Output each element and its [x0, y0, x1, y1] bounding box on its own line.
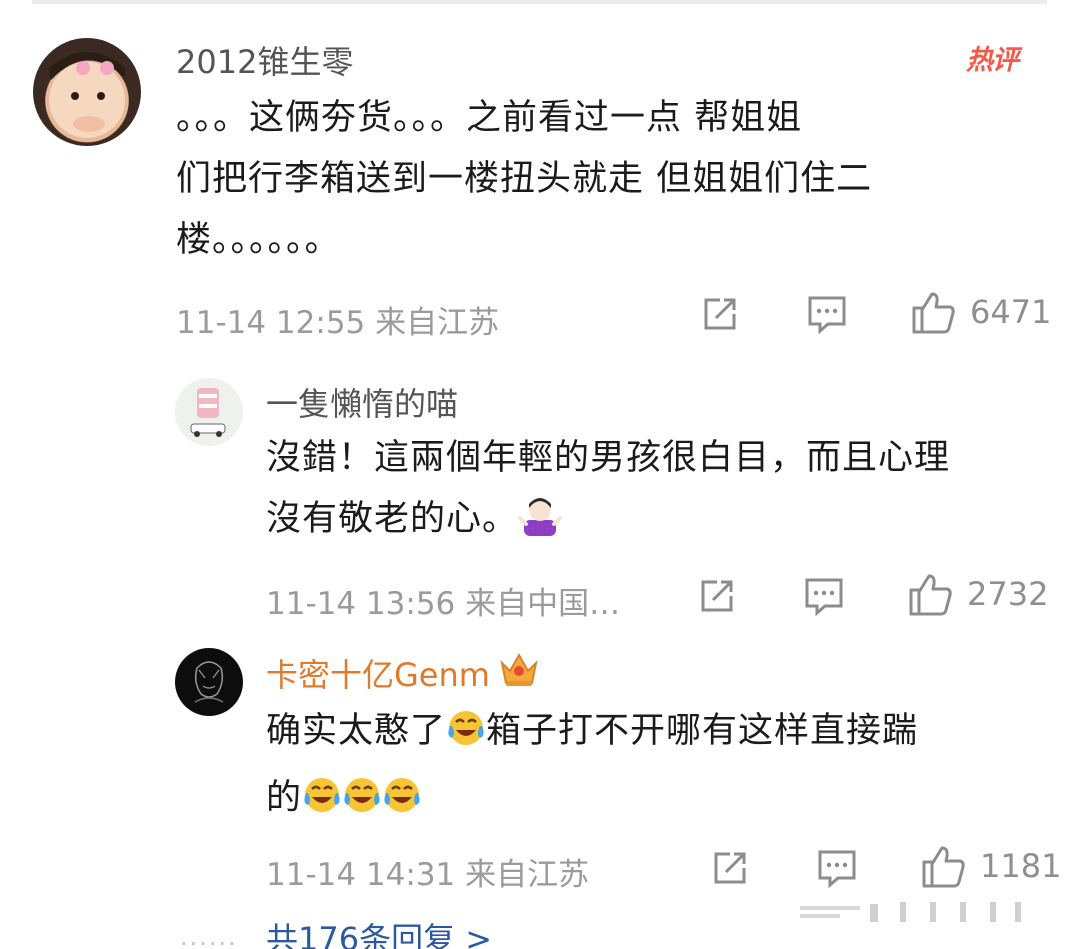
- shrug-emoji: [518, 492, 563, 556]
- comment-text-line: 们把行李箱送到一楼扭头就走 但姐姐们住二: [176, 159, 873, 199]
- comment-icon: [805, 578, 843, 616]
- comment-text: 。。。这俩夯货。。。之前看过一点 帮姐姐 们把行李箱送到一楼扭头就走 但姐姐们住…: [176, 88, 1006, 271]
- comment-text: 确实太憨了 箱子打不开哪有这样直接踹 的: [266, 701, 1056, 835]
- like-icon: [909, 574, 952, 616]
- comment-username[interactable]: 一隻懶惰的喵: [266, 379, 458, 425]
- comment-text-segment: 的: [266, 778, 303, 818]
- crown-icon: [498, 649, 540, 697]
- like-count: 6471: [970, 293, 1052, 331]
- comment-icon: [818, 850, 856, 888]
- comment-meta: 11-14 14:31 来自江苏: [266, 857, 590, 893]
- reply-button[interactable]: [816, 848, 858, 888]
- like-button[interactable]: 2732: [907, 572, 1048, 616]
- avatar-image: [194, 661, 224, 703]
- comment-username[interactable]: 2012锥生零: [176, 37, 353, 83]
- comment-text-line: 楼。。。。。。: [176, 220, 341, 260]
- avatar[interactable]: [175, 378, 243, 446]
- laugh-cry-emoji: [446, 707, 486, 768]
- watermark: [800, 896, 1060, 940]
- comment-text-line: 沒錯！這兩個年輕的男孩很白目，而且心理: [266, 438, 951, 478]
- reply-button[interactable]: [803, 576, 845, 616]
- top-divider: [32, 0, 1047, 4]
- avatar-image: [49, 52, 125, 138]
- like-count: 2732: [967, 575, 1049, 613]
- like-icon: [922, 846, 965, 888]
- share-icon: [701, 580, 733, 612]
- hot-comment-badge: 热评: [966, 45, 1019, 76]
- share-icon: [714, 852, 746, 884]
- share-icon: [704, 298, 736, 330]
- comment-text-segment: 箱子打不开哪有这样直接踹: [486, 711, 919, 751]
- like-button[interactable]: 1181: [920, 844, 1061, 888]
- like-icon: [912, 292, 955, 334]
- avatar[interactable]: [175, 648, 243, 716]
- thread-indicator: ······: [180, 930, 238, 949]
- laugh-cry-emoji: [342, 774, 382, 835]
- comment-text-line: 。。。这俩夯货。。。之前看过一点 帮姐姐: [176, 98, 803, 138]
- share-button[interactable]: [710, 848, 750, 888]
- comment-meta: 11-14 13:56 来自中国…: [266, 586, 621, 622]
- like-button[interactable]: 6471: [910, 290, 1051, 334]
- comment-username-text: 卡密十亿Genm: [266, 656, 490, 694]
- comment-username[interactable]: 卡密十亿Genm: [266, 649, 540, 697]
- avatar-image: [190, 388, 226, 437]
- view-replies-link[interactable]: 共176条回复 >: [266, 914, 492, 949]
- comment-icon: [808, 296, 846, 334]
- comment-text-line: 沒有敬老的心。: [266, 499, 519, 539]
- reply-button[interactable]: [806, 294, 848, 334]
- share-button[interactable]: [700, 294, 740, 334]
- comment-text-segment: 确实太憨了: [266, 711, 447, 751]
- like-count: 1181: [980, 847, 1062, 885]
- avatar[interactable]: [33, 38, 141, 146]
- share-button[interactable]: [697, 576, 737, 616]
- laugh-cry-emoji: [302, 774, 342, 835]
- comment-meta: 11-14 12:55 来自江苏: [176, 305, 500, 341]
- comment-text: 沒錯！這兩個年輕的男孩很白目，而且心理 沒有敬老的心。: [266, 428, 1056, 556]
- laugh-cry-emoji: [382, 774, 422, 835]
